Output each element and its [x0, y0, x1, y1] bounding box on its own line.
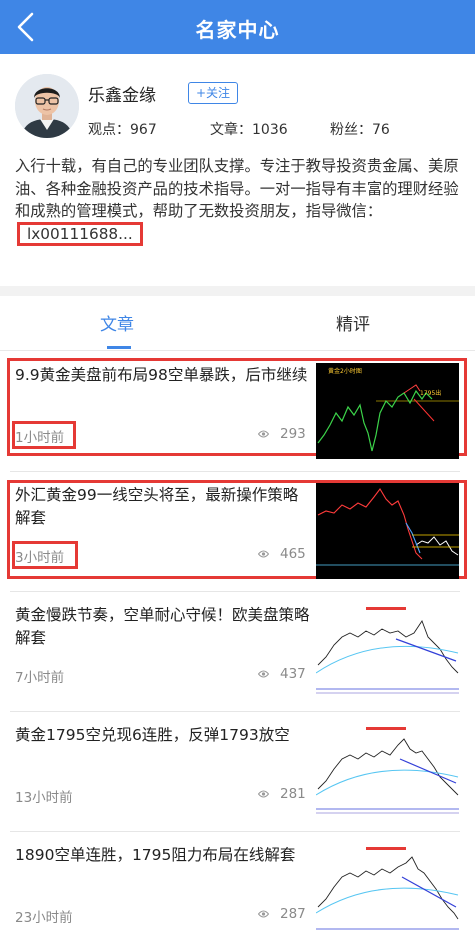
active-tab-indicator: [107, 346, 131, 349]
article-thumbnail: [316, 603, 459, 699]
eye-icon: [258, 430, 269, 438]
article-thumbnail: 黄金2小时图 1795出: [316, 363, 459, 459]
article-title: 1890空单连胜，1795阻力布局在线解套: [15, 846, 296, 864]
article-item[interactable]: 外汇黄金99一线空头将至，最新操作策略解套 3小时前 465: [0, 472, 475, 592]
tab-articles[interactable]: 文章: [100, 310, 134, 335]
follow-button[interactable]: +关注: [188, 82, 238, 104]
article-item[interactable]: 黄金慢跌节奏，空单耐心守候！欧美盘策略解套 7小时前 437: [0, 592, 475, 712]
article-item[interactable]: 黄金1795空兑现6连胜，反弹1793放空 13小时前 281: [0, 712, 475, 832]
stat-fans: 粉丝：76: [330, 122, 390, 138]
article-time: 7小时前: [15, 670, 65, 686]
article-time: 13小时前: [15, 790, 73, 806]
article-title: 外汇黄金99一线空头将至，最新操作策略解套: [15, 486, 299, 527]
tab-reviews[interactable]: 精评: [336, 310, 370, 335]
article-time: 3小时前: [15, 550, 65, 566]
article-thumbnail: [316, 483, 459, 579]
stat-articles: 文章：1036: [210, 122, 288, 138]
chart-thumb-label: 1795出: [420, 389, 441, 397]
wechat-id[interactable]: lx00111688...: [17, 221, 143, 246]
article-title: 黄金慢跌节奏，空单耐心守候！欧美盘策略解套: [15, 606, 310, 647]
top-bar: 名家中心: [0, 0, 475, 54]
profile-card: 乐鑫金缘 +关注 观点：967 文章：1036 粉丝：76 入行十载，有自己的专…: [0, 54, 475, 286]
chart-thumb-title: 黄金2小时图: [328, 367, 362, 375]
eye-icon: [258, 910, 269, 918]
stat-views: 观点：967: [88, 122, 157, 138]
article-title: 黄金1795空兑现6连胜，反弹1793放空: [15, 726, 290, 744]
eye-icon: [258, 790, 269, 798]
article-thumbnail: [316, 723, 459, 819]
page-title: 名家中心: [195, 18, 280, 42]
tab-bar: 文章 精评: [0, 296, 475, 351]
article-item[interactable]: 1890空单连胜，1795阻力布局在线解套 23小时前 287: [0, 832, 475, 932]
section-divider: [0, 286, 475, 296]
article-time: 1小时前: [15, 430, 65, 446]
expert-name: 乐鑫金缘: [88, 86, 156, 106]
article-title: 9.9黄金美盘前布局98空单暴跌，后市继续: [15, 366, 308, 384]
avatar: [15, 74, 79, 138]
article-thumbnail: [316, 843, 459, 932]
eye-icon: [258, 550, 269, 558]
eye-icon: [258, 670, 269, 678]
bio-text: 入行十载，有自己的专业团队支撑。专注于教导投资贵金属、美原油、各种金融投资产品的…: [15, 155, 465, 246]
article-item[interactable]: 9.9黄金美盘前布局98空单暴跌，后市继续 1小时前 293 黄金2小时图 17…: [0, 352, 475, 472]
article-time: 23小时前: [15, 910, 73, 926]
